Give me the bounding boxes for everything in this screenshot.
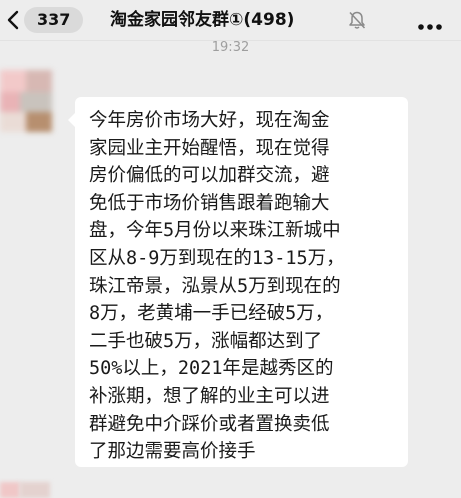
message-line: 盘，今年5月份以来珠江新城中 xyxy=(89,220,341,242)
message-line: 群避免中介踩价或者置换卖低 xyxy=(89,413,330,435)
message-line: 房价偏低的可以加群交流，避 xyxy=(89,165,330,187)
message-line: 补涨期，想了解的业主可以进 xyxy=(89,385,330,407)
message-timestamp: 19:32 xyxy=(211,40,250,55)
message-line: 50%以上，2021年是越秀区的 xyxy=(89,358,334,380)
ellipsis-icon[interactable] xyxy=(417,16,443,30)
chevron-left-icon xyxy=(6,9,20,31)
message-line: 家园业主开始醒悟，现在觉得 xyxy=(89,137,330,159)
message-text: 今年房价市场大好，现在淘金 家园业主开始醒悟，现在觉得 房价偏低的可以加群交流，… xyxy=(89,107,400,466)
bell-slash-icon xyxy=(347,10,367,30)
message-line: 区从8-9万到现在的13-15万， xyxy=(89,247,345,269)
sender-avatar[interactable] xyxy=(0,70,52,132)
message-bubble[interactable]: 今年房价市场大好，现在淘金 家园业主开始醒悟，现在觉得 房价偏低的可以加群交流，… xyxy=(68,97,408,467)
chat-header: 337 淘金家园邻友群①(498) xyxy=(0,0,461,41)
message-line: 二手也破5万，涨幅都达到了 xyxy=(89,330,323,352)
back-button[interactable]: 337 xyxy=(6,7,84,33)
message-line: 了那边需要高价接手 xyxy=(89,441,256,463)
message-line: 8万，老黄埔一手已经破5万， xyxy=(89,303,334,325)
message-line: 今年房价市场大好，现在淘金 xyxy=(89,110,330,131)
unread-count-badge: 337 xyxy=(24,7,84,33)
message-line: 免低于市场价销售跟着跑输大 xyxy=(89,192,330,214)
chat-title: 淘金家园邻友群①(498) xyxy=(110,10,295,30)
message-line: 珠江帝景，泓景从5万到现在的 xyxy=(89,275,341,297)
next-message-avatar xyxy=(0,478,461,498)
